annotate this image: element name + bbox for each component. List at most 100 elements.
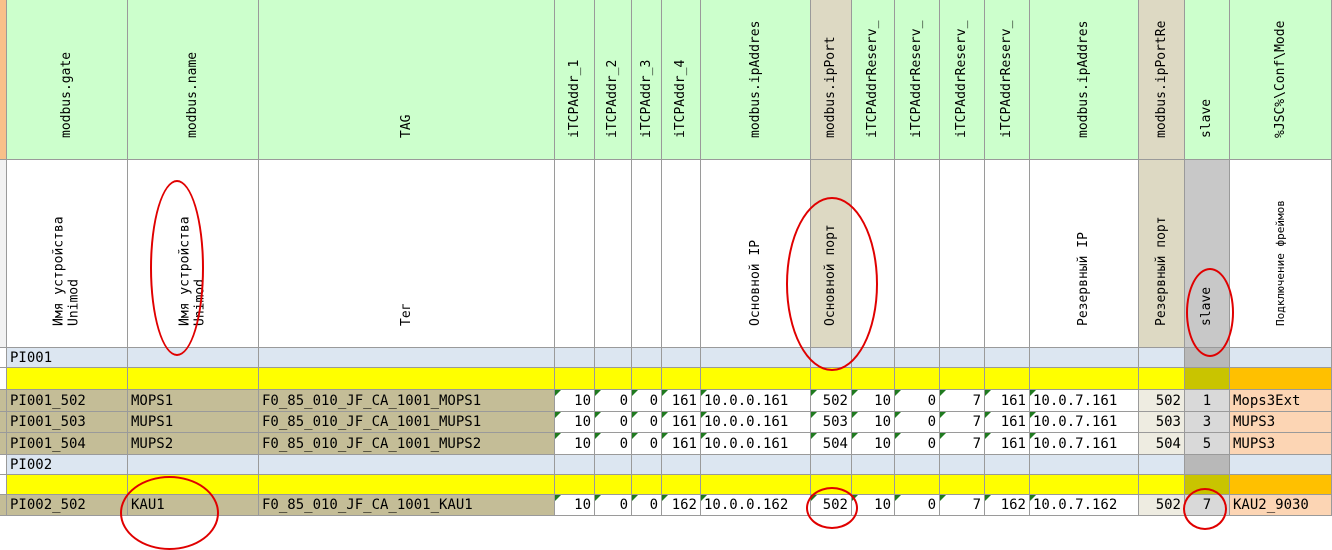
- table-cell[interactable]: 10: [555, 390, 595, 412]
- column-header-10[interactable]: iTCPAddrReserv_: [895, 0, 940, 160]
- table-cell[interactable]: [555, 455, 595, 475]
- table-cell[interactable]: [662, 348, 701, 368]
- table-cell[interactable]: [701, 368, 811, 390]
- table-cell[interactable]: [662, 475, 701, 495]
- table-cell[interactable]: [128, 348, 259, 368]
- column-description-2[interactable]: Тег: [259, 160, 555, 348]
- column-description-15[interactable]: slave: [1185, 160, 1230, 348]
- column-description-13[interactable]: Резервный IP: [1030, 160, 1139, 348]
- table-cell[interactable]: 161: [985, 390, 1030, 412]
- table-cell[interactable]: 10: [852, 412, 895, 433]
- table-cell[interactable]: [940, 348, 985, 368]
- table-cell[interactable]: [852, 475, 895, 495]
- table-cell[interactable]: [811, 368, 852, 390]
- table-cell[interactable]: [555, 348, 595, 368]
- column-description-11[interactable]: [940, 160, 985, 348]
- column-description-5[interactable]: [632, 160, 662, 348]
- table-cell[interactable]: [1030, 348, 1139, 368]
- table-cell[interactable]: 10.0.0.161: [701, 412, 811, 433]
- column-header-2[interactable]: TAG: [259, 0, 555, 160]
- table-cell[interactable]: 7: [940, 390, 985, 412]
- table-cell[interactable]: MOPS1: [128, 390, 259, 412]
- table-cell[interactable]: [852, 348, 895, 368]
- table-cell[interactable]: [811, 348, 852, 368]
- column-description-4[interactable]: [595, 160, 632, 348]
- table-cell[interactable]: PI001_503: [7, 412, 128, 433]
- table-cell[interactable]: 10.0.0.161: [701, 390, 811, 412]
- table-cell[interactable]: KAU1: [128, 495, 259, 516]
- table-cell[interactable]: [259, 455, 555, 475]
- table-cell[interactable]: 10.0.7.161: [1030, 433, 1139, 455]
- table-cell[interactable]: [852, 368, 895, 390]
- table-cell[interactable]: 10: [852, 390, 895, 412]
- table-cell[interactable]: 0: [895, 433, 940, 455]
- column-description-12[interactable]: [985, 160, 1030, 348]
- table-cell[interactable]: 0: [895, 412, 940, 433]
- table-cell[interactable]: [985, 475, 1030, 495]
- column-header-12[interactable]: iTCPAddrReserv_: [985, 0, 1030, 160]
- table-cell[interactable]: 0: [632, 495, 662, 516]
- table-cell[interactable]: 161: [662, 412, 701, 433]
- table-cell[interactable]: 503: [1139, 412, 1185, 433]
- column-description-0[interactable]: Имя устройства Unimod: [7, 160, 128, 348]
- table-cell[interactable]: 504: [811, 433, 852, 455]
- table-cell[interactable]: [595, 348, 632, 368]
- table-cell[interactable]: [895, 368, 940, 390]
- table-cell[interactable]: [852, 455, 895, 475]
- table-cell[interactable]: 161: [985, 412, 1030, 433]
- table-cell[interactable]: [632, 368, 662, 390]
- table-cell[interactable]: MUPS1: [128, 412, 259, 433]
- table-cell[interactable]: [259, 348, 555, 368]
- table-cell[interactable]: MUPS3: [1230, 433, 1332, 455]
- table-cell[interactable]: [1230, 348, 1332, 368]
- table-cell[interactable]: [632, 475, 662, 495]
- table-cell[interactable]: 0: [595, 495, 632, 516]
- table-cell[interactable]: [895, 455, 940, 475]
- table-cell[interactable]: [259, 475, 555, 495]
- table-cell[interactable]: [1139, 455, 1185, 475]
- table-cell[interactable]: 10.0.0.162: [701, 495, 811, 516]
- table-cell[interactable]: 10: [852, 433, 895, 455]
- table-cell[interactable]: 502: [811, 390, 852, 412]
- column-header-3[interactable]: iTCPAddr_1: [555, 0, 595, 160]
- table-cell[interactable]: [595, 455, 632, 475]
- table-cell[interactable]: [595, 475, 632, 495]
- table-cell[interactable]: [895, 475, 940, 495]
- table-cell[interactable]: PI001_504: [7, 433, 128, 455]
- table-cell[interactable]: 10.0.7.161: [1030, 412, 1139, 433]
- table-cell[interactable]: [940, 368, 985, 390]
- table-cell[interactable]: [811, 475, 852, 495]
- table-cell[interactable]: [1185, 455, 1230, 475]
- table-cell[interactable]: [985, 455, 1030, 475]
- table-cell[interactable]: [632, 348, 662, 368]
- table-cell[interactable]: 0: [895, 495, 940, 516]
- table-cell[interactable]: [895, 348, 940, 368]
- table-cell[interactable]: 10: [555, 412, 595, 433]
- table-cell[interactable]: 1: [1185, 390, 1230, 412]
- table-cell[interactable]: [555, 475, 595, 495]
- table-cell[interactable]: [128, 455, 259, 475]
- table-cell[interactable]: 10.0.7.162: [1030, 495, 1139, 516]
- column-header-13[interactable]: modbus.ipAddres: [1030, 0, 1139, 160]
- table-cell[interactable]: 502: [811, 495, 852, 516]
- table-cell[interactable]: 7: [1185, 495, 1230, 516]
- table-cell[interactable]: [1139, 475, 1185, 495]
- table-cell[interactable]: [662, 455, 701, 475]
- table-cell[interactable]: [701, 475, 811, 495]
- table-cell[interactable]: [555, 368, 595, 390]
- table-cell[interactable]: [662, 368, 701, 390]
- table-cell[interactable]: 0: [595, 412, 632, 433]
- column-description-16[interactable]: Подключение фреймов: [1230, 160, 1332, 348]
- table-cell[interactable]: [1139, 368, 1185, 390]
- table-cell[interactable]: 0: [632, 433, 662, 455]
- column-header-6[interactable]: iTCPAddr_4: [662, 0, 701, 160]
- column-header-8[interactable]: modbus.ipPort: [811, 0, 852, 160]
- table-cell[interactable]: [1030, 455, 1139, 475]
- column-description-1[interactable]: Имя устройства Unimod: [128, 160, 259, 348]
- table-cell[interactable]: 502: [1139, 390, 1185, 412]
- table-cell[interactable]: 10: [555, 495, 595, 516]
- table-cell[interactable]: 0: [895, 390, 940, 412]
- column-header-11[interactable]: iTCPAddrReserv_: [940, 0, 985, 160]
- table-cell[interactable]: [1185, 348, 1230, 368]
- table-cell[interactable]: [1230, 455, 1332, 475]
